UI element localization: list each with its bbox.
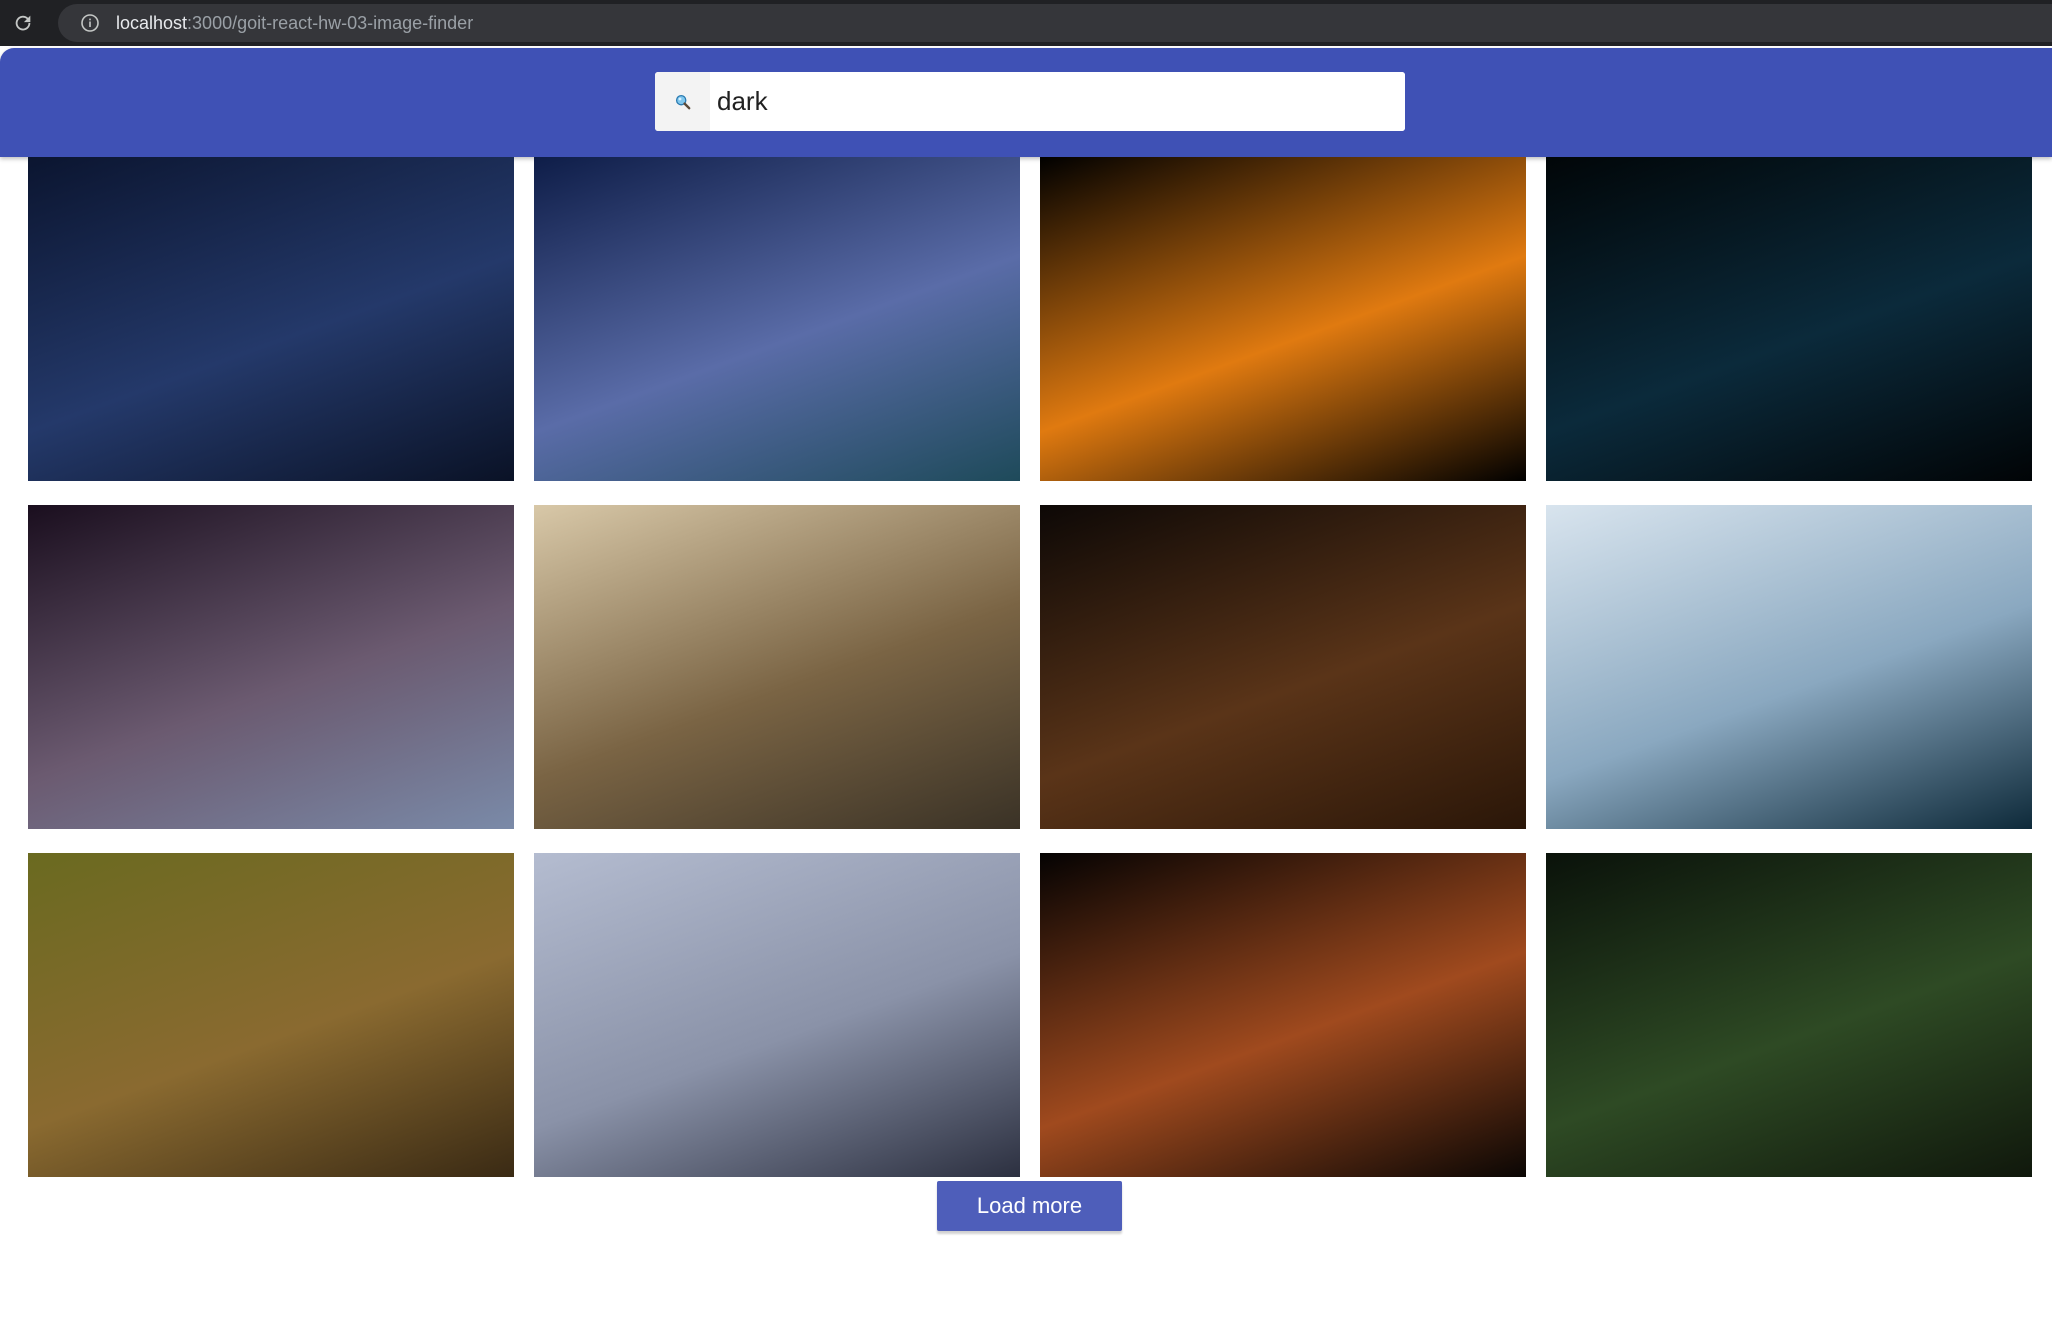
image-gallery (28, 157, 2032, 1177)
searchbar (0, 48, 2052, 157)
gallery-image[interactable] (534, 505, 1020, 829)
load-more-button[interactable]: Load more (937, 1181, 1122, 1231)
gallery-image[interactable] (1040, 505, 1526, 829)
gallery-item[interactable] (28, 157, 514, 481)
search-input[interactable] (710, 72, 1405, 131)
gallery-item[interactable] (1546, 505, 2032, 829)
gallery-image[interactable] (28, 853, 514, 1177)
browser-toolbar: localhost:3000/goit-react-hw-03-image-fi… (0, 0, 2052, 46)
gallery-item[interactable] (534, 853, 1020, 1177)
gallery-item[interactable] (1040, 853, 1526, 1177)
gallery-image[interactable] (28, 505, 514, 829)
gallery-image[interactable] (1040, 157, 1526, 481)
gallery-image[interactable] (1546, 853, 2032, 1177)
search-icon (675, 94, 690, 109)
gallery-image[interactable] (534, 853, 1020, 1177)
gallery-item[interactable] (28, 853, 514, 1177)
address-bar[interactable]: localhost:3000/goit-react-hw-03-image-fi… (58, 4, 2052, 42)
gallery-image[interactable] (1040, 853, 1526, 1177)
gallery-item[interactable] (28, 505, 514, 829)
url-path: :3000/goit-react-hw-03-image-finder (187, 12, 474, 33)
search-form (655, 72, 1405, 131)
gallery-item[interactable] (534, 157, 1020, 481)
gallery-image[interactable] (1546, 505, 2032, 829)
gallery-image[interactable] (1546, 157, 2032, 481)
gallery-item[interactable] (1040, 505, 1526, 829)
gallery-item[interactable] (1546, 853, 2032, 1177)
gallery-image[interactable] (28, 157, 514, 481)
reload-icon[interactable] (8, 8, 38, 38)
gallery-image[interactable] (534, 157, 1020, 481)
info-icon[interactable] (80, 13, 100, 33)
search-button[interactable] (655, 72, 710, 131)
url-host: localhost (116, 12, 188, 33)
gallery-item[interactable] (1040, 157, 1526, 481)
gallery-item[interactable] (534, 505, 1020, 829)
gallery-item[interactable] (1546, 157, 2032, 481)
